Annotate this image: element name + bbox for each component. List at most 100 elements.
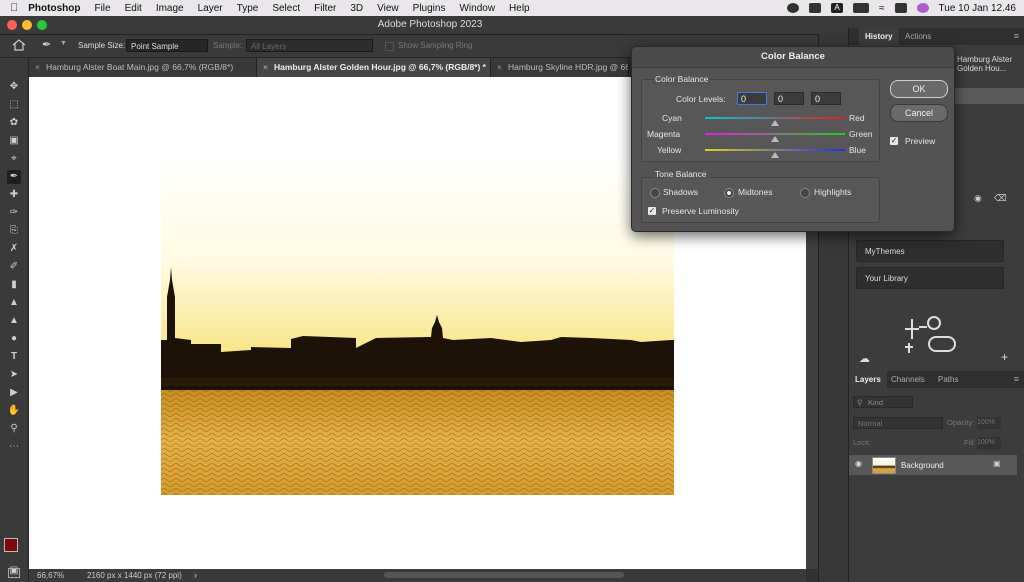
menu-view[interactable]: View <box>377 3 399 14</box>
menu-3d[interactable]: 3D <box>350 3 363 14</box>
document-image[interactable] <box>161 152 674 495</box>
level-cyan-red-input[interactable]: 0 <box>737 92 767 105</box>
more-tools-icon[interactable]: ⋯ <box>7 440 21 454</box>
creative-cloud-icon[interactable] <box>787 3 800 13</box>
path-select-tool-icon[interactable]: ➤ <box>7 368 21 382</box>
move-tool-icon[interactable]: ✥ <box>7 80 21 94</box>
input-source-icon[interactable]: A <box>831 3 844 13</box>
menu-window[interactable]: Window <box>459 3 495 14</box>
lasso-tool-icon[interactable]: ✿ <box>7 116 21 130</box>
eyedropper-tool-icon[interactable]: ✒ <box>7 170 21 184</box>
stack-icon[interactable] <box>809 3 822 13</box>
marquee-tool-icon[interactable]: ⬚ <box>7 98 21 112</box>
lock-icon[interactable]: ▣ <box>993 459 1001 468</box>
library-mythemes[interactable]: MyThemes <box>856 240 1004 262</box>
level-magenta-green-input[interactable]: 0 <box>774 92 804 105</box>
tab-skyline-hdr[interactable]: × Hamburg Skyline HDR.jpg @ 66, <box>491 58 629 77</box>
apple-icon[interactable]:  <box>10 2 18 14</box>
cloud-icon[interactable]: ☁ <box>859 352 870 365</box>
ok-button[interactable]: OK <box>890 80 948 98</box>
camera-icon[interactable]: ◉ <box>974 193 982 204</box>
hand-tool-icon[interactable]: ✋ <box>7 404 21 418</box>
menu-image[interactable]: Image <box>156 3 184 14</box>
control-center-icon[interactable] <box>894 3 907 13</box>
siri-icon[interactable] <box>916 3 929 13</box>
menu-file[interactable]: File <box>94 3 110 14</box>
eraser-tool-icon[interactable]: ✐ <box>7 260 21 274</box>
slider-thumb[interactable] <box>771 120 779 126</box>
tab-paths[interactable]: Paths <box>932 371 964 388</box>
object-select-tool-icon[interactable]: ▣ <box>7 134 21 148</box>
history-snapshot-label[interactable]: Hamburg Alster Golden Hou... <box>957 55 1024 73</box>
healing-tool-icon[interactable]: ✚ <box>7 188 21 202</box>
cyan-red-slider[interactable] <box>705 117 845 119</box>
pen-tool-icon[interactable]: ● <box>7 332 21 346</box>
home-icon[interactable] <box>12 39 26 51</box>
cancel-button[interactable]: Cancel <box>890 104 948 122</box>
fill-input[interactable]: 100% <box>977 437 1001 449</box>
layer-row-background[interactable]: ◉ Background ▣ <box>849 455 1017 475</box>
tab-history[interactable]: History <box>859 28 899 45</box>
history-state-row[interactable] <box>954 88 1024 104</box>
menu-app-name[interactable]: Photoshop <box>28 3 80 14</box>
menu-filter[interactable]: Filter <box>314 3 336 14</box>
type-tool-icon[interactable]: T <box>7 350 21 364</box>
panel-menu-icon[interactable]: ≡ <box>1014 374 1019 384</box>
gradient-tool-icon[interactable]: ▮ <box>7 278 21 292</box>
menu-select[interactable]: Select <box>272 3 300 14</box>
info-icon[interactable] <box>8 568 20 578</box>
yellow-blue-slider[interactable] <box>705 149 845 151</box>
menu-type[interactable]: Type <box>237 3 259 14</box>
close-tab-icon[interactable]: × <box>497 62 502 72</box>
history-brush-icon[interactable]: ✗ <box>7 242 21 256</box>
add-icon[interactable]: + <box>1001 350 1008 364</box>
opacity-input[interactable]: 100% <box>977 417 1001 429</box>
slider-thumb[interactable] <box>771 136 779 142</box>
close-tab-icon[interactable]: × <box>263 62 268 72</box>
menu-layer[interactable]: Layer <box>198 3 223 14</box>
show-ring-checkbox[interactable] <box>385 42 394 51</box>
preview-checkbox[interactable]: ✓ <box>890 137 898 145</box>
zoom-level[interactable]: 66,67% <box>37 571 64 580</box>
blur-tool-icon[interactable]: ▲ <box>7 296 21 310</box>
tab-channels[interactable]: Channels <box>885 371 931 388</box>
tab-layers[interactable]: Layers <box>849 371 887 388</box>
eye-icon[interactable]: ◉ <box>855 459 862 468</box>
battery-icon[interactable] <box>853 3 870 13</box>
sample-size-select[interactable]: Point Sample <box>126 39 208 52</box>
sample-select[interactable]: All Layers <box>246 39 373 52</box>
tab-golden-hour[interactable]: × Hamburg Alster Golden Hour.jpg @ 66,7% … <box>257 58 491 77</box>
layer-filter-kind[interactable]: ⚲ Kind <box>853 396 913 408</box>
library-your-library[interactable]: Your Library <box>856 267 1004 289</box>
crop-tool-icon[interactable]: ⌖ <box>7 152 21 166</box>
zoom-tool-icon[interactable]: ⚲ <box>7 422 21 436</box>
highlights-radio[interactable] <box>800 188 810 198</box>
brush-tool-icon[interactable]: ✑ <box>7 206 21 220</box>
midtones-radio[interactable] <box>724 188 734 198</box>
close-tab-icon[interactable]: × <box>35 62 40 72</box>
menu-clock[interactable]: Tue 10 Jan 12.46 <box>939 3 1016 14</box>
horizontal-scrollbar[interactable] <box>384 572 624 578</box>
slider-thumb[interactable] <box>771 152 779 158</box>
tab-actions[interactable]: Actions <box>899 28 937 45</box>
eyedropper-preset-icon[interactable]: ✒ <box>42 38 51 51</box>
panel-menu-icon[interactable]: ≡ <box>1014 31 1019 41</box>
level-yellow-blue-input[interactable]: 0 <box>811 92 841 105</box>
preserve-luminosity-checkbox[interactable]: ✓ <box>648 207 656 215</box>
layer-thumbnail[interactable] <box>872 457 896 474</box>
foreground-color-swatch[interactable] <box>4 538 18 552</box>
trash-icon[interactable]: ⌫ <box>994 193 1007 204</box>
menu-edit[interactable]: Edit <box>125 3 142 14</box>
shape-tool-icon[interactable]: ▶ <box>7 386 21 400</box>
menu-plugins[interactable]: Plugins <box>413 3 446 14</box>
menu-help[interactable]: Help <box>509 3 530 14</box>
chevron-down-icon[interactable]: ▼ <box>60 40 67 47</box>
chevron-right-icon[interactable]: › <box>194 570 197 580</box>
tab-boat-main[interactable]: × Hamburg Alster Boat Main.jpg @ 66,7% (R… <box>29 58 257 77</box>
stamp-tool-icon[interactable]: ⎘ <box>7 224 21 238</box>
blend-mode-select[interactable]: Normal <box>853 417 943 429</box>
wifi-icon[interactable]: ≈ <box>879 3 885 14</box>
shadows-radio[interactable] <box>650 188 660 198</box>
layer-name[interactable]: Background <box>901 461 944 470</box>
magenta-green-slider[interactable] <box>705 133 845 135</box>
